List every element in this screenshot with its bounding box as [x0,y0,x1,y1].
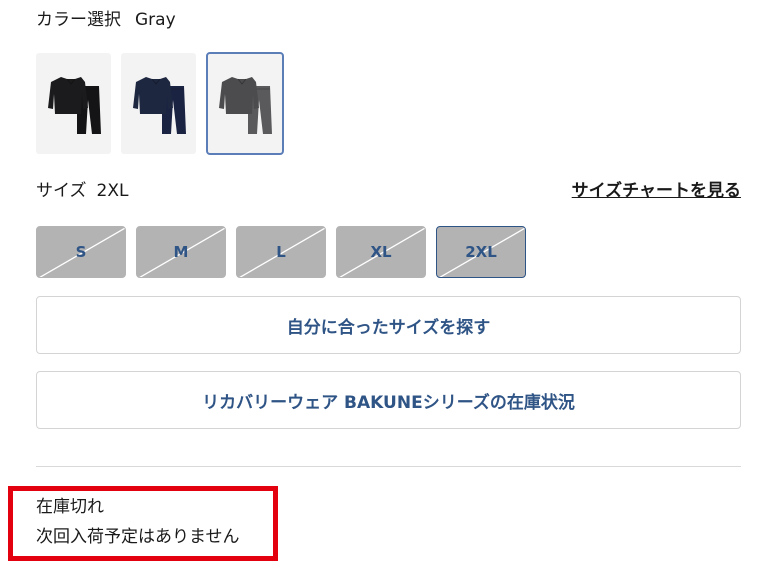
color-label: カラー選択 [36,10,121,30]
size-option-label: M [173,243,189,261]
series-stock-status-button[interactable]: リカバリーウェア BAKUNEシリーズの在庫状況 [36,371,741,429]
pajama-navy-image [132,76,186,134]
restock-note-text: 次回入荷予定はありません [36,527,240,547]
divider [36,466,741,467]
color-swatch-navy[interactable] [121,53,196,154]
size-option-m[interactable]: M [136,226,226,278]
color-value: Gray [135,10,176,30]
color-swatch-black[interactable] [36,53,111,154]
color-swatch-gray[interactable] [206,52,284,155]
color-selection-heading: カラー選択 Gray [36,8,176,32]
size-selection-heading: サイズ 2XL [36,179,128,203]
size-option-label: 2XL [465,243,497,261]
pajama-black-image [47,76,101,134]
size-value: 2XL [96,181,129,201]
pajama-gray-image [219,76,272,134]
color-swatches [36,52,284,155]
size-option-s[interactable]: S [36,226,126,278]
size-option-label: S [75,243,87,261]
size-label: サイズ [36,181,87,201]
size-option-2xl[interactable]: 2XL [436,226,526,278]
size-option-label: L [276,243,286,261]
size-option-l[interactable]: L [236,226,326,278]
size-option-label: XL [370,243,392,261]
size-chart-link[interactable]: サイズチャートを見る [572,179,741,203]
stock-status-text: 在庫切れ [36,497,104,517]
size-options: S M L XL 2XL [36,226,526,278]
find-my-size-button[interactable]: 自分に合ったサイズを探す [36,296,741,354]
size-option-xl[interactable]: XL [336,226,426,278]
